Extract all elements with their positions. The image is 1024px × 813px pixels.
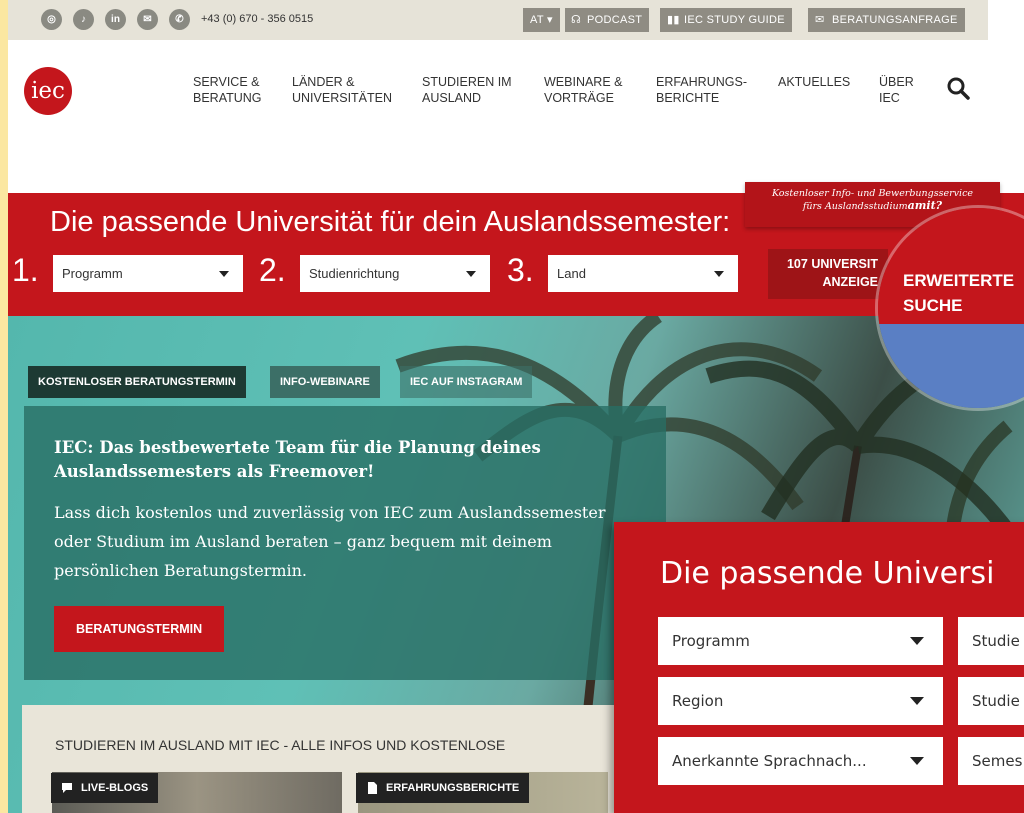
tag-label: LIVE-BLOGS [81,782,149,794]
nav-label: ÜBER [879,75,914,89]
zoom-program-select[interactable]: Programm [658,617,943,665]
book-icon: ▮▮ [667,14,680,26]
nav-label: AKTUELLES [778,75,851,89]
nav-label: UNIVERSITÄTEN [292,91,393,105]
count-label: 107 UNIVERSIT [786,257,878,271]
program-select[interactable]: Programm [53,255,243,292]
count-label: ANZEIGE [822,275,878,289]
field-select[interactable]: Studienrichtung [300,255,490,292]
zoom-field2-select[interactable]: Studie [958,677,1024,725]
inquiry-label: BERATUNGSANFRAGE [832,14,958,26]
show-universities-button[interactable]: 107 UNIVERSIT ANZEIGE [768,249,888,299]
chevron-down-icon [910,697,924,705]
nav-label: AUSLAND [422,91,482,105]
nav-webinars[interactable]: WEBINARE & VORTRÄGE [544,74,623,106]
tag-label: ERFAHRUNGSBERICHTE [386,782,520,794]
live-blogs-tag[interactable]: LIVE-BLOGS [51,773,159,803]
nav-countries[interactable]: LÄNDER & UNIVERSITÄTEN [292,74,392,106]
nav-label: STUDIEREN IM [422,75,512,89]
advanced-search-label: ERWEITERTE SUCHE [903,271,1015,315]
study-guide-button[interactable]: ▮▮ IEC STUDY GUIDE [660,8,792,32]
nav-label: BERATUNG [193,91,262,105]
zoomed-finder-panel: Die passende Universi Programm Studie Re… [614,522,1024,813]
chat-bubble-icon [62,783,72,793]
zoom-language-select[interactable]: Anerkannte Sprachnach... [658,737,943,785]
tab-instagram[interactable]: IEC AUF INSTAGRAM [400,366,533,398]
study-guide-label: IEC STUDY GUIDE [684,14,785,26]
select-value: Region [672,692,724,710]
search-icon[interactable] [946,76,970,100]
chevron-down-icon [910,637,924,645]
nav-about[interactable]: ÜBER IEC [879,74,914,106]
instagram-icon[interactable]: ◎ [41,9,62,30]
consultation-button[interactable]: BERATUNGSTERMIN [54,606,225,652]
linkedin-icon[interactable]: in [105,9,126,30]
tab-consultation[interactable]: KOSTENLOSER BERATUNGSTERMIN [28,366,246,398]
nav-news[interactable]: AKTUELLES [778,74,850,90]
zoom-field-select[interactable]: Studie [958,617,1024,665]
reports-tag[interactable]: ERFAHRUNGSBERICHTE [356,773,530,803]
step-number: 3. [507,252,534,288]
zoom-title: Die passende Universi [660,556,995,591]
zoom-semester-select[interactable]: Semes [958,737,1024,785]
nav-label: BERICHTE [656,91,720,105]
language-select[interactable]: AT ▾ [523,8,560,32]
select-value: Programm [672,632,750,650]
step-number: 1. [12,252,39,288]
podcast-label: PODCAST [587,14,643,26]
mail-icon: ✉ [815,14,825,26]
nav-label: VORTRÄGE [544,91,614,105]
browser-page: ◎ ♪ in ✉ ✆ +43 (0) 670 - 356 0515 AT ▾ ☊… [8,0,1024,813]
nav-label: LÄNDER & [292,75,355,89]
chevron-down-icon [466,271,476,277]
promo-line: Kostenloser Info- und Bewerbungsservice [771,188,974,199]
phone-number[interactable]: +43 (0) 670 - 356 0515 [201,13,313,25]
chevron-down-icon [219,271,229,277]
select-value: Anerkannte Sprachnach... [672,752,867,770]
step-number: 2. [259,252,286,288]
select-value: Studienrichtung [309,266,400,281]
zoom-region-select[interactable]: Region [658,677,943,725]
chevron-down-icon [714,271,724,277]
country-select[interactable]: Land [548,255,738,292]
headphones-icon: ☊ [571,14,582,26]
iec-logo[interactable]: iec [24,67,72,115]
nav-study-abroad[interactable]: STUDIEREN IM AUSLAND [422,74,512,106]
consultation-card: IEC: Das bestbewertete Team für die Plan… [24,406,666,680]
tiktok-icon[interactable]: ♪ [73,9,94,30]
tab-webinars[interactable]: INFO-WEBINARE [270,366,380,398]
select-value: Programm [62,266,123,281]
card-body: Lass dich kostenlos und zuverlässig von … [54,503,606,580]
chevron-down-icon [910,757,924,765]
utility-bar: ◎ ♪ in ✉ ✆ +43 (0) 670 - 356 0515 AT ▾ ☊… [8,0,988,40]
select-value: Land [557,266,586,281]
info-heading: STUDIEREN IM AUSLAND MIT IEC - ALLE INFO… [55,737,506,753]
nav-label: SERVICE & [193,75,260,89]
phone-icon[interactable]: ✆ [169,9,190,30]
nav-reports[interactable]: ERFAHRUNGS- BERICHTE [656,74,747,106]
document-icon [368,782,377,794]
podcast-button[interactable]: ☊ PODCAST [565,8,650,32]
nav-label: WEBINARE & [544,75,623,89]
nav-label: ERFAHRUNGS- [656,75,747,89]
mail-icon[interactable]: ✉ [137,9,158,30]
select-value: Studie [972,632,1020,650]
select-value: Semes [972,752,1023,770]
card-title: IEC: Das bestbewertete Team für die Plan… [54,438,541,481]
finder-title: Die passende Universität für dein Auslan… [50,206,731,238]
inquiry-button[interactable]: ✉ BERATUNGSANFRAGE [808,8,965,32]
select-value: Studie [972,692,1020,710]
nav-label: IEC [879,91,900,105]
nav-service[interactable]: SERVICE & BERATUNG [193,74,262,106]
